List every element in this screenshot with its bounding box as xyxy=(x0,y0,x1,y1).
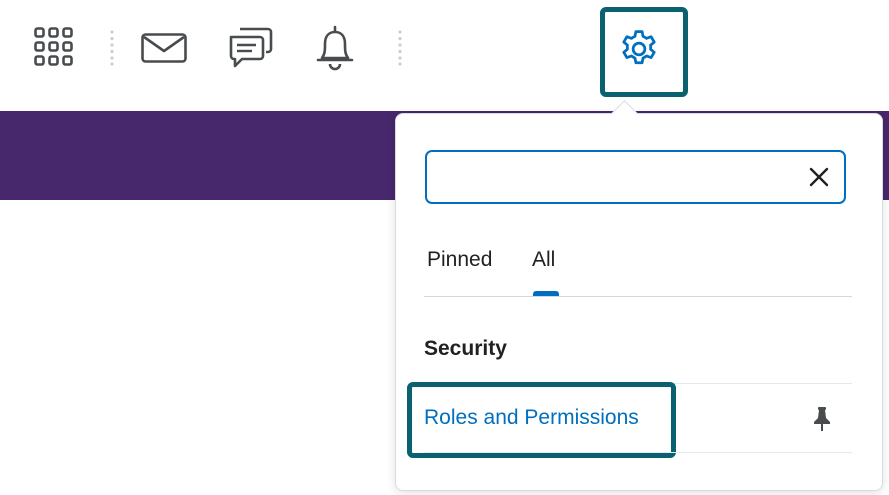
navbar xyxy=(0,0,889,111)
search-input[interactable] xyxy=(437,158,801,198)
email-icon[interactable] xyxy=(141,33,187,63)
gear-icon[interactable] xyxy=(617,27,661,71)
tab-all[interactable]: All xyxy=(532,248,555,272)
navbar-separator xyxy=(110,30,114,66)
search-box xyxy=(425,150,846,204)
link-highlight xyxy=(407,382,676,458)
message-icon[interactable] xyxy=(228,24,274,70)
close-icon[interactable] xyxy=(808,166,830,188)
divider xyxy=(424,452,852,453)
tabs-divider xyxy=(424,296,852,297)
section-heading: Security xyxy=(424,337,507,360)
bell-icon[interactable] xyxy=(315,24,355,72)
pin-icon[interactable] xyxy=(812,406,832,432)
waffle-icon[interactable] xyxy=(34,27,74,67)
tab-pinned[interactable]: Pinned xyxy=(427,248,492,272)
navbar-separator xyxy=(398,30,402,66)
